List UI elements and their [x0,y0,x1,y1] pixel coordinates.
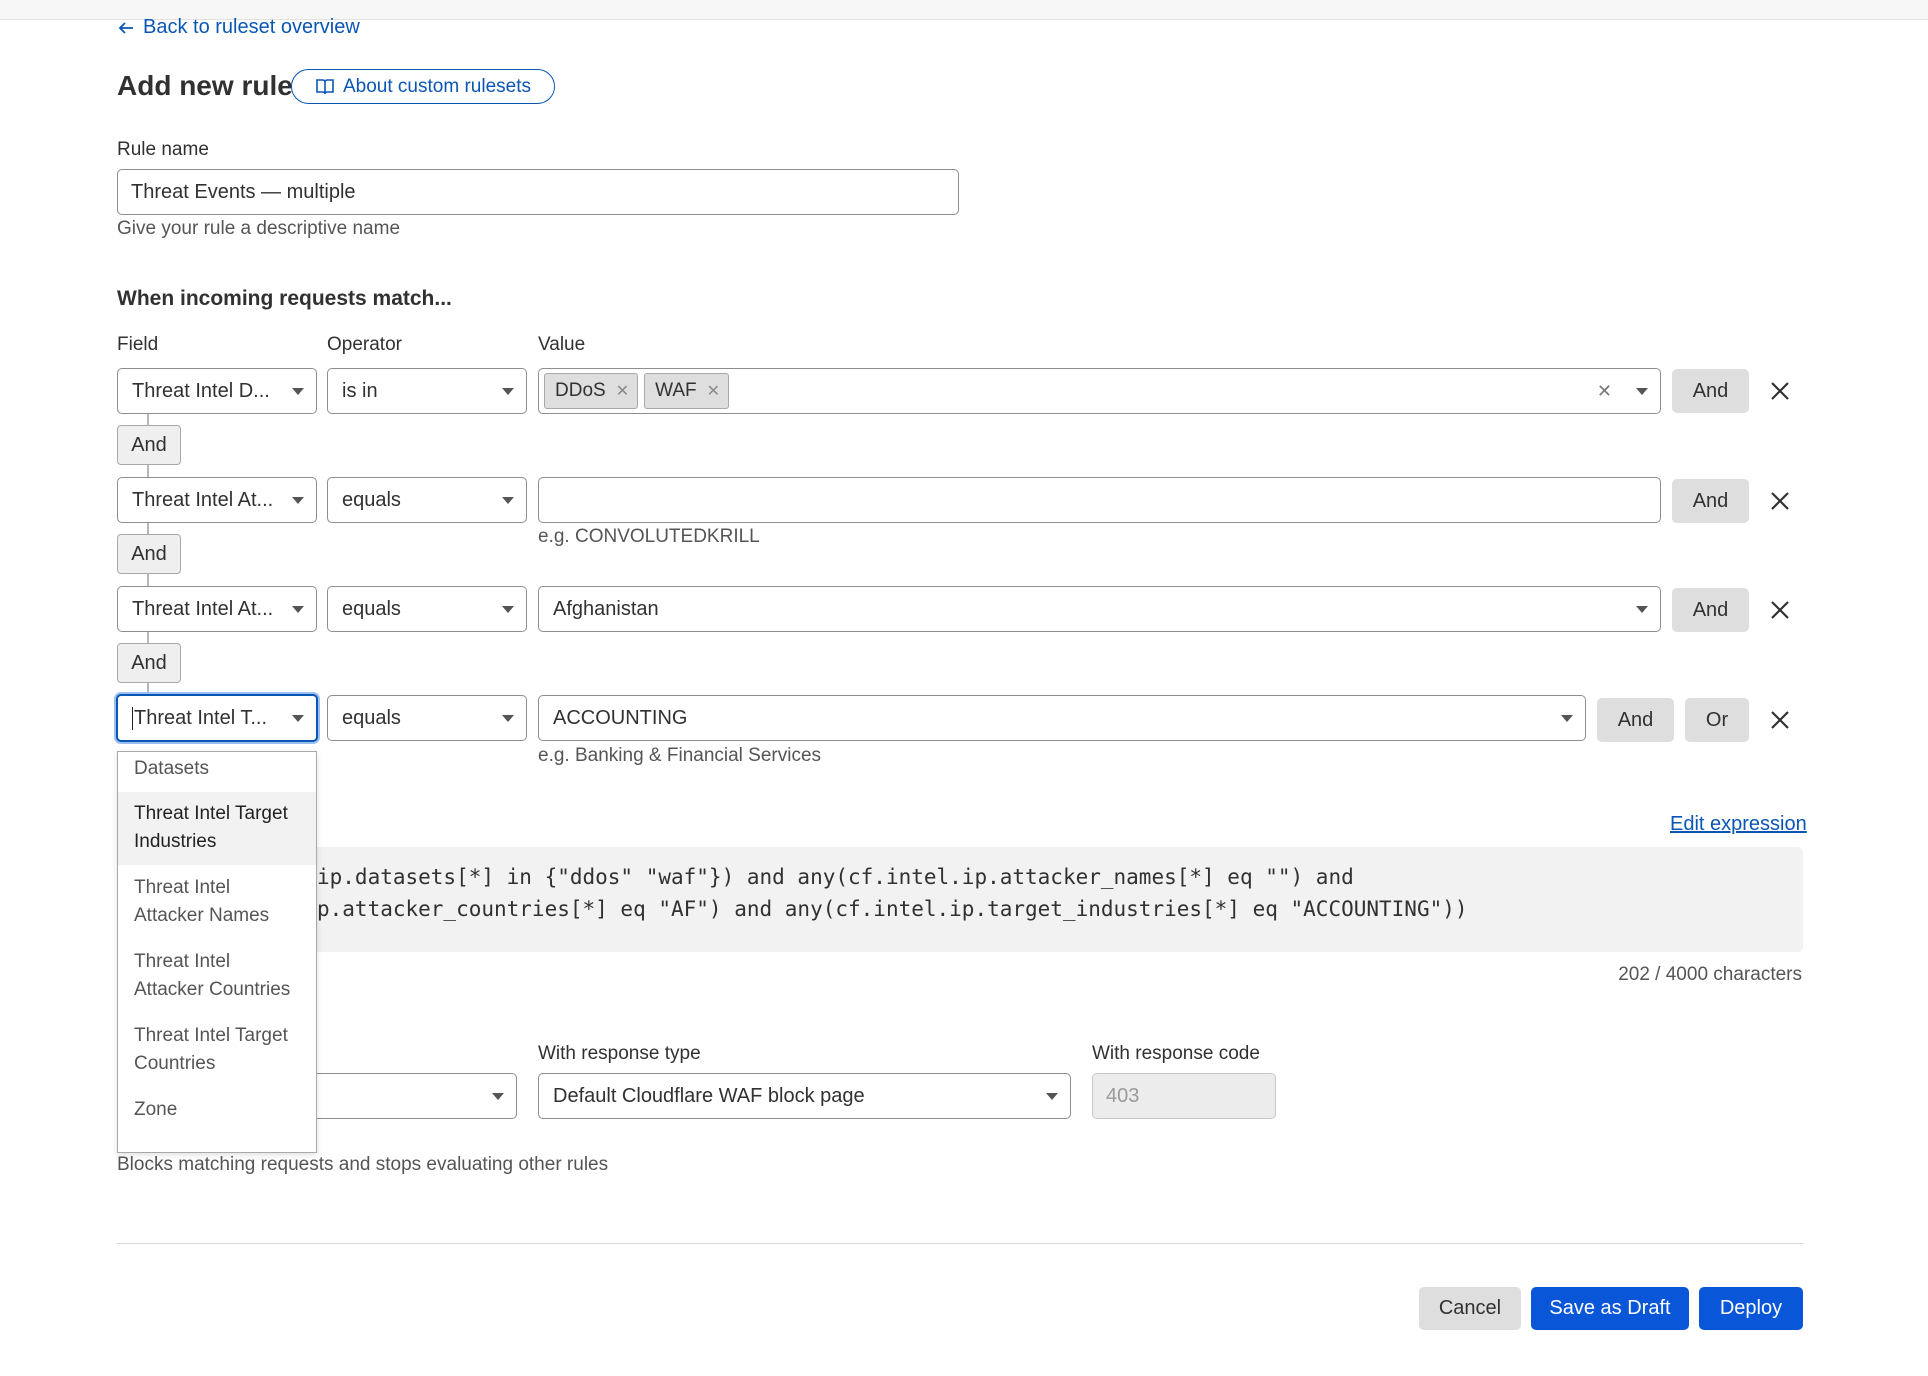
deploy-button[interactable]: Deploy [1699,1287,1803,1330]
value-select-value: Afghanistan [553,597,659,620]
dropdown-item-attacker-names[interactable]: Threat Intel Attacker Names [118,865,316,939]
book-icon [316,78,334,94]
save-as-draft-button[interactable]: Save as Draft [1531,1287,1689,1330]
expression-line-2: p.attacker_countries[*] eq "AF") and any… [317,897,1468,921]
action-helper: Blocks matching requests and stops evalu… [117,1154,609,1175]
tag-label: WAF [655,380,697,401]
operator-select-value: equals [342,488,401,511]
and-connector-1[interactable]: And [117,425,181,465]
response-code-label: With response code [1092,1043,1260,1064]
value-helper-2: e.g. CONVOLUTEDKRILL [538,526,760,547]
field-select-value: Threat Intel At... [132,597,274,620]
value-input-2[interactable] [538,477,1661,523]
caret-down-icon [502,388,514,395]
rule-name-label: Rule name [117,139,209,160]
rule-name-input[interactable]: Threat Events — multiple [117,169,959,215]
operator-select-2[interactable]: equals [327,477,527,523]
field-dropdown-menu: Datasets Threat Intel Target Industries … [117,751,317,1153]
operator-select-3[interactable]: equals [327,586,527,632]
footer-divider [117,1243,1803,1244]
clear-all-icon[interactable]: ✕ [1597,381,1612,402]
back-link-label: Back to ruleset overview [143,16,360,38]
page-title: Add new rule [117,70,293,101]
operator-select-1[interactable]: is in [327,368,527,414]
remove-tag-icon[interactable]: ✕ [616,381,629,401]
back-to-ruleset-link[interactable]: Back to ruleset overview [117,16,360,39]
caret-down-icon [292,606,304,613]
value-tag: WAF ✕ [644,373,730,409]
tag-label: DDoS [555,380,606,401]
value-column-header: Value [538,334,586,355]
caret-down-icon [502,715,514,722]
field-column-header: Field [117,334,159,355]
value-tag: DDoS ✕ [544,373,639,409]
remove-tag-icon[interactable]: ✕ [707,381,720,401]
caret-down-icon [1046,1093,1058,1100]
about-custom-rulesets-button[interactable]: About custom rulesets [291,69,555,104]
and-button-1[interactable]: And [1672,369,1749,413]
operator-select-value: equals [342,597,401,620]
caret-down-icon [292,497,304,504]
operator-column-header: Operator [327,334,402,355]
caret-down-icon [492,1093,504,1100]
operator-select-4[interactable]: equals [327,695,527,741]
expression-line-1: ip.datasets[*] in {"ddos" "waf"}) and an… [317,865,1354,889]
caret-down-icon [292,715,304,722]
caret-down-icon [1636,606,1648,613]
value-select-4[interactable]: ACCOUNTING [538,695,1586,741]
about-button-label: About custom rulesets [343,75,531,97]
field-select-4[interactable]: Threat Intel T... [116,694,318,742]
or-button-4[interactable]: Or [1685,698,1749,742]
expression-preview: ip.datasets[*] in {"ddos" "waf"}) and an… [117,847,1803,952]
field-select-3[interactable]: Threat Intel At... [117,586,317,632]
caret-down-icon [292,388,304,395]
caret-down-icon [502,497,514,504]
and-button-4[interactable]: And [1597,698,1674,742]
caret-down-icon [1636,388,1648,395]
field-select-value: Threat Intel T... [132,706,268,730]
remove-row-icon[interactable] [1767,707,1793,733]
and-connector-2[interactable]: And [117,534,181,574]
and-button-3[interactable]: And [1672,588,1749,632]
and-connector-3[interactable]: And [117,643,181,683]
and-button-2[interactable]: And [1672,479,1749,523]
response-type-value: Default Cloudflare WAF block page [553,1084,865,1107]
caret-down-icon [1561,715,1573,722]
match-section-title: When incoming requests match... [117,287,452,310]
rule-name-helper: Give your rule a descriptive name [117,218,401,239]
value-select-3[interactable]: Afghanistan [538,586,1661,632]
value-multiselect-1[interactable]: DDoS ✕ WAF ✕ ✕ [538,368,1661,414]
field-select-value: Threat Intel At... [132,488,274,511]
dropdown-item-target-countries[interactable]: Threat Intel Target Countries [118,1013,316,1087]
dropdown-item-attacker-countries[interactable]: Threat Intel Attacker Countries [118,939,316,1013]
character-count: 202 / 4000 characters [1618,964,1802,985]
caret-down-icon [502,606,514,613]
operator-select-value: is in [342,379,378,402]
edit-expression-link[interactable]: Edit expression [1670,813,1807,836]
remove-row-icon[interactable] [1767,378,1793,404]
dropdown-item-datasets[interactable]: Datasets [118,752,316,792]
response-type-label: With response type [538,1043,701,1064]
cancel-button[interactable]: Cancel [1419,1287,1521,1330]
dropdown-item-zone[interactable]: Zone [118,1087,316,1133]
value-select-value: ACCOUNTING [553,706,688,729]
value-helper-4: e.g. Banking & Financial Services [538,745,822,766]
operator-select-value: equals [342,706,401,729]
field-select-2[interactable]: Threat Intel At... [117,477,317,523]
dropdown-item-target-industries[interactable]: Threat Intel Target Industries [118,792,316,865]
response-type-select[interactable]: Default Cloudflare WAF block page [538,1073,1071,1119]
remove-row-icon[interactable] [1767,597,1793,623]
response-code-input: 403 [1092,1073,1276,1119]
arrow-left-icon [118,21,133,34]
field-select-1[interactable]: Threat Intel D... [117,368,317,414]
field-select-value: Threat Intel D... [132,379,270,402]
remove-row-icon[interactable] [1767,488,1793,514]
